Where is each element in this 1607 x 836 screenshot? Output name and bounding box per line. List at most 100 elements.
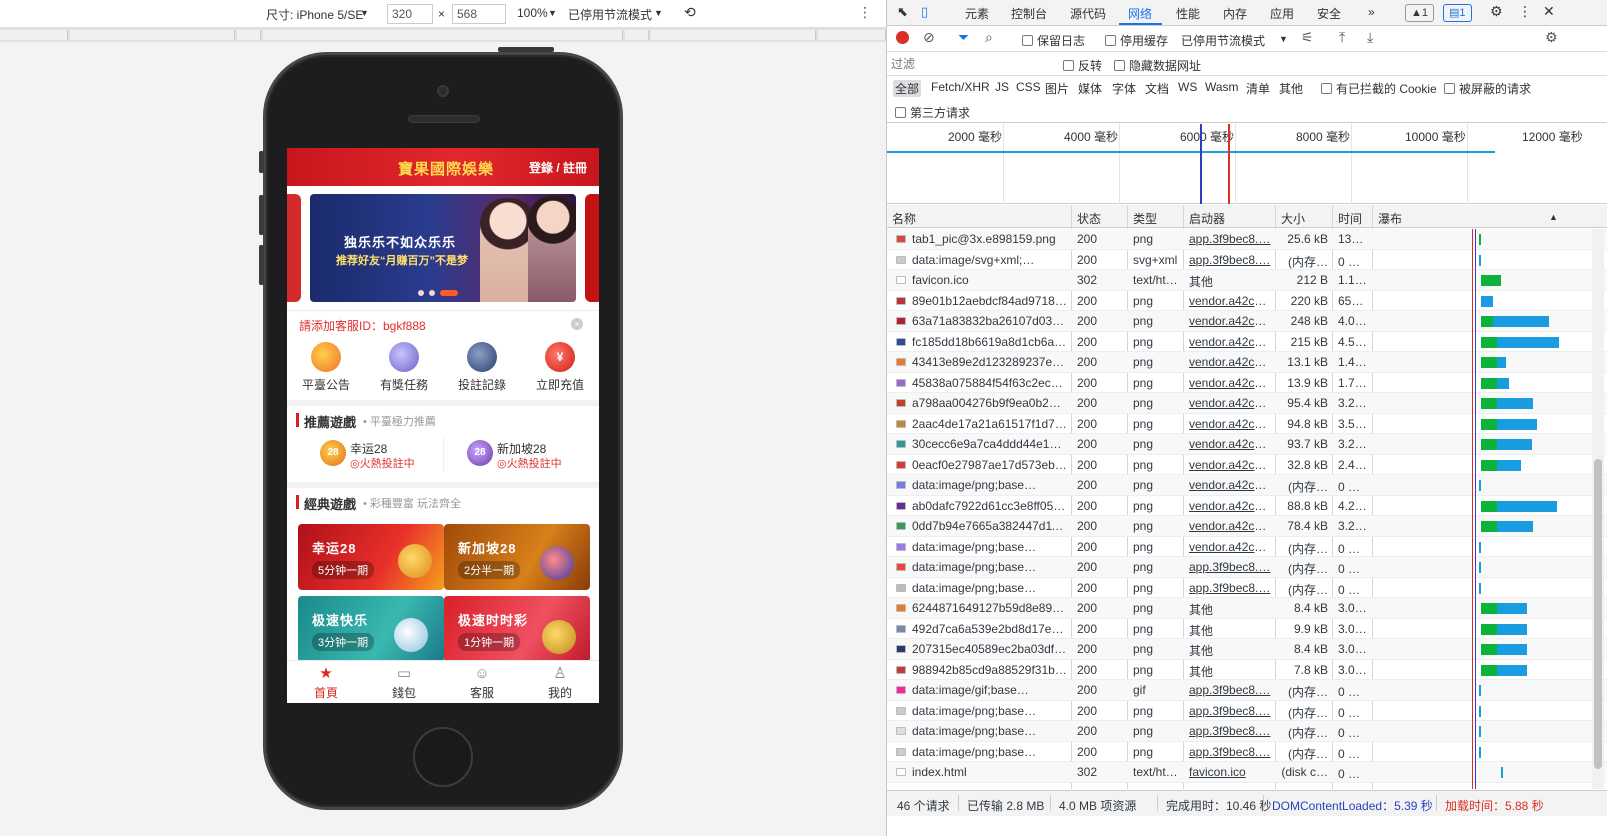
height-input[interactable] (452, 4, 506, 24)
col-type[interactable]: 类型 (1133, 210, 1157, 227)
table-row[interactable]: 6244871649127b59d8e890e… 200 png 其他 8.4 kB 3.… (887, 598, 1607, 619)
cell-initiator[interactable]: app.3f9bec8.… (1189, 683, 1271, 697)
table-row[interactable]: 30cecc6e9a7ca4ddd44e13f3b… 200 png vendor.a… (887, 434, 1607, 455)
zoom-select[interactable]: 100% (517, 6, 548, 20)
record-icon[interactable] (896, 31, 909, 44)
more-vert-icon[interactable]: ⋮ (1518, 3, 1532, 20)
tab-console[interactable]: 控制台 (1011, 5, 1047, 22)
table-row[interactable]: 2aac4de17a21a61517f1d7aa… 200 png vendor.a4… (887, 414, 1607, 434)
blocked-cookies-checkbox[interactable]: 有已拦截的 Cookie (1319, 80, 1439, 97)
table-row[interactable]: data:image/png;base… 200 png vendor.a42c2e…… (887, 537, 1607, 557)
cell-initiator[interactable]: vendor.a42c2e… (1189, 355, 1271, 369)
tab-wallet[interactable]: ▭ 錢包 (365, 665, 443, 701)
cell-initiator[interactable]: app.3f9bec8.… (1189, 724, 1271, 738)
col-size[interactable]: 大小 (1281, 210, 1305, 227)
timeline-overview[interactable]: 2000 毫秒 4000 毫秒 6000 毫秒 8000 毫秒 10000 毫秒… (887, 124, 1607, 204)
tab-elements[interactable]: 元素 (965, 5, 989, 22)
tab-memory[interactable]: 内存 (1223, 5, 1247, 22)
cell-initiator[interactable]: vendor.a42c2e… (1189, 478, 1271, 492)
cell-initiator[interactable]: vendor.a42c2e… (1189, 335, 1271, 349)
table-row[interactable]: 0eacf0e27987ae17d573eb41… 200 png vendor.a4… (887, 455, 1607, 475)
cell-initiator[interactable]: favicon.ico (1189, 765, 1271, 779)
cell-initiator[interactable]: vendor.a42c2e… (1189, 499, 1271, 513)
cell-initiator[interactable]: vendor.a42c2e… (1189, 540, 1271, 554)
tab-service[interactable]: ☺ 客服 (443, 665, 521, 701)
game-card-xingyun28[interactable]: 幸运28 5分钟一期 (298, 524, 444, 590)
quick-tasks[interactable]: 有獎任務 (365, 342, 443, 393)
cell-initiator[interactable]: 其他 (1189, 601, 1271, 618)
tab-application[interactable]: 应用 (1270, 5, 1294, 22)
type-filter-wasm[interactable]: Wasm (1203, 80, 1241, 94)
banner-slide[interactable]: 独乐乐不如众乐乐 推荐好友“月赚百万”不是梦 (310, 194, 576, 302)
zoom-dropdown-icon[interactable]: ▼ (548, 8, 557, 18)
tab-home[interactable]: ★ 首頁 (287, 665, 365, 701)
device-select[interactable]: 尺寸: iPhone 5/SE (266, 6, 363, 23)
quick-records[interactable]: 投註記錄 (443, 342, 521, 393)
throttle-select[interactable]: 已停用节流模式 (1181, 32, 1265, 49)
col-name[interactable]: 名称 (892, 210, 916, 227)
search-icon[interactable]: ⌕ (985, 29, 993, 46)
quick-recharge[interactable]: ¥ 立即充值 (521, 342, 599, 393)
col-initiator[interactable]: 启动器 (1189, 210, 1225, 227)
throttle-select[interactable]: 已停用节流模式 (568, 6, 652, 23)
scrollbar[interactable] (1592, 229, 1604, 789)
table-row[interactable]: ab0dafc7922d61cc3e8ff05c7… 200 png vendor.a… (887, 496, 1607, 516)
table-row[interactable]: 0dd7b94e7665a382447d11d… 200 png vendor.a42… (887, 516, 1607, 537)
table-row[interactable]: data:image/png;base… 200 png app.3f9bec8.… (… (887, 742, 1607, 762)
table-row[interactable]: 45838a075884f54f63c2ecd9… 200 png vendor.a4… (887, 373, 1607, 393)
tab-network[interactable]: 网络 (1128, 5, 1152, 22)
login-register-link[interactable]: 登錄 / 註冊 (529, 159, 587, 176)
table-row[interactable]: data:image/gif;base… 200 gif app.3f9bec8.… (… (887, 680, 1607, 701)
game-card-jisu-shishicai[interactable]: 极速时时彩 1分钟一期 (444, 596, 590, 660)
table-row[interactable]: 988942b85cd9a88529f31bb… 200 png 其他 7.8 kB 3.… (887, 660, 1607, 680)
more-tabs-icon[interactable]: » (1368, 5, 1375, 19)
settings-gear-icon[interactable]: ⚙ (1490, 3, 1503, 20)
type-filter-doc[interactable]: 文档 (1143, 80, 1171, 97)
download-icon[interactable]: ⤓ (1367, 29, 1373, 46)
col-waterfall[interactable]: 瀑布 (1378, 210, 1402, 227)
cell-initiator[interactable]: 其他 (1189, 622, 1271, 639)
cell-initiator[interactable]: app.3f9bec8.… (1189, 581, 1271, 595)
banner-carousel[interactable]: 独乐乐不如众乐乐 推荐好友“月赚百万”不是梦 (287, 186, 599, 308)
table-row[interactable]: fc185dd18b6619a8d1cb6a5… 200 png vendor.a42… (887, 332, 1607, 352)
disable-cache-checkbox[interactable]: 停用缓存 (1105, 32, 1168, 49)
third-party-checkbox[interactable]: 第三方请求 (893, 104, 972, 121)
cell-initiator[interactable]: 其他 (1189, 273, 1271, 290)
table-row[interactable]: index.html 302 text/ht… favicon.ico (disk c…… (887, 762, 1607, 783)
cell-initiator[interactable]: 其他 (1189, 663, 1271, 680)
inspect-element-icon[interactable]: ⬉ (897, 4, 908, 20)
type-filter-manifest[interactable]: 清单 (1244, 80, 1272, 97)
cell-initiator[interactable]: vendor.a42c2e… (1189, 294, 1271, 308)
warning-badge[interactable]: ▲1 (1405, 4, 1435, 22)
cell-initiator[interactable]: vendor.a42c2e… (1189, 417, 1271, 431)
type-filter-js[interactable]: JS (993, 80, 1011, 94)
throttle-dropdown-icon[interactable]: ▼ (654, 8, 663, 18)
col-status[interactable]: 状态 (1077, 210, 1101, 227)
cell-initiator[interactable]: vendor.a42c2e… (1189, 519, 1271, 533)
home-button[interactable] (413, 727, 473, 787)
upload-icon[interactable]: ⤒ (1339, 29, 1345, 46)
filter-input[interactable] (891, 55, 1051, 73)
table-row[interactable]: data:image/png;base… 200 png app.3f9bec8.… (… (887, 578, 1607, 598)
cell-initiator[interactable]: vendor.a42c2e… (1189, 396, 1271, 410)
type-filter-other[interactable]: 其他 (1277, 80, 1305, 97)
hide-data-urls-checkbox[interactable]: 隐藏数据网址 (1114, 57, 1201, 74)
game-card-singapore28[interactable]: 新加坡28 2分半一期 (444, 524, 590, 590)
cell-initiator[interactable]: vendor.a42c2e… (1189, 437, 1271, 451)
message-badge[interactable]: ▤1 (1443, 4, 1472, 22)
more-options-icon[interactable]: ⋮ (858, 4, 872, 21)
table-row[interactable]: a798aa004276b9f9ea0b2a4… 200 png vendor.a42… (887, 393, 1607, 414)
cell-initiator[interactable]: app.3f9bec8.… (1189, 745, 1271, 759)
table-row[interactable]: data:image/png;base… 200 png app.3f9bec8.… (… (887, 557, 1607, 578)
table-row[interactable]: 89e01b12aebdcf84ad97187… 200 png vendor.a42… (887, 291, 1607, 311)
table-row[interactable]: data:image/png;base… 200 png vendor.a42c2e…… (887, 475, 1607, 496)
table-row[interactable]: data:image/png;base… 200 png app.3f9bec8.… (… (887, 721, 1607, 742)
type-filter-all[interactable]: 全部 (893, 80, 922, 97)
type-filter-fetch[interactable]: Fetch/XHR (929, 80, 992, 94)
network-conditions-icon[interactable]: ⚟ (1301, 29, 1314, 46)
blocked-requests-checkbox[interactable]: 被屏蔽的请求 (1442, 80, 1533, 97)
table-row[interactable]: 43413e89e2d123289237e07… 200 png vendor.a42… (887, 352, 1607, 373)
type-filter-font[interactable]: 字体 (1110, 80, 1138, 97)
filter-funnel-icon[interactable]: ⏷ (958, 29, 969, 46)
tab-sources[interactable]: 源代码 (1070, 5, 1106, 22)
